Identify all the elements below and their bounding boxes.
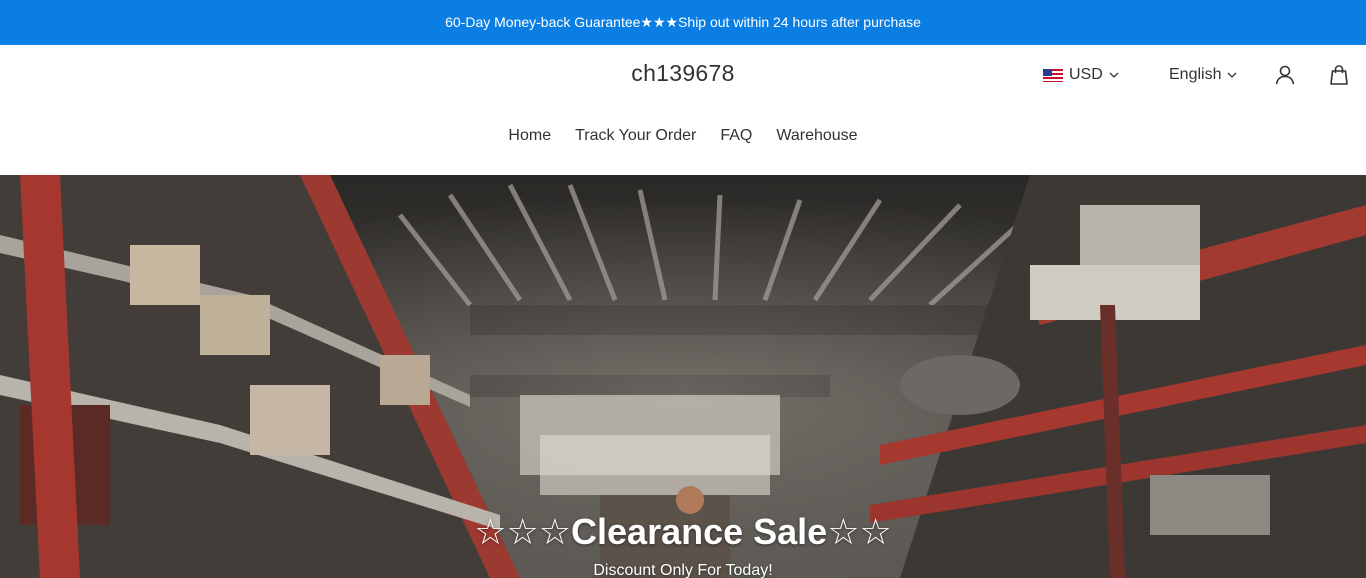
nav-item-home[interactable]: Home — [508, 127, 551, 145]
user-icon[interactable] — [1273, 63, 1297, 87]
chevron-down-icon — [1228, 72, 1237, 78]
chevron-down-icon — [1109, 72, 1119, 78]
main-nav: Home Track Your Order FAQ Warehouse — [0, 127, 1366, 145]
us-flag-icon — [1043, 68, 1063, 82]
cart-bag-icon[interactable] — [1327, 63, 1351, 87]
hero-title: ☆☆☆Clearance Sale☆☆ — [474, 511, 892, 552]
nav-item-track-order[interactable]: Track Your Order — [575, 127, 696, 145]
announcement-bar: 60-Day Money-back Guarantee★★★Ship out w… — [0, 0, 1366, 45]
site-header: ch139678 USD English Home Track Your Ord… — [0, 45, 1366, 175]
currency-selector[interactable]: USD — [1043, 66, 1119, 84]
language-selector[interactable]: English — [1169, 66, 1237, 84]
language-label: English — [1169, 66, 1222, 83]
hero-subtitle: Discount Only For Today! — [593, 562, 773, 578]
nav-item-faq[interactable]: FAQ — [720, 127, 752, 145]
store-logo[interactable]: ch139678 — [0, 60, 1366, 87]
announcement-text: 60-Day Money-back Guarantee★★★Ship out w… — [445, 14, 921, 30]
nav-item-warehouse[interactable]: Warehouse — [776, 127, 857, 145]
currency-label: USD — [1069, 66, 1103, 83]
hero-banner[interactable]: ☆☆☆Clearance Sale☆☆ Discount Only For To… — [0, 175, 1366, 578]
